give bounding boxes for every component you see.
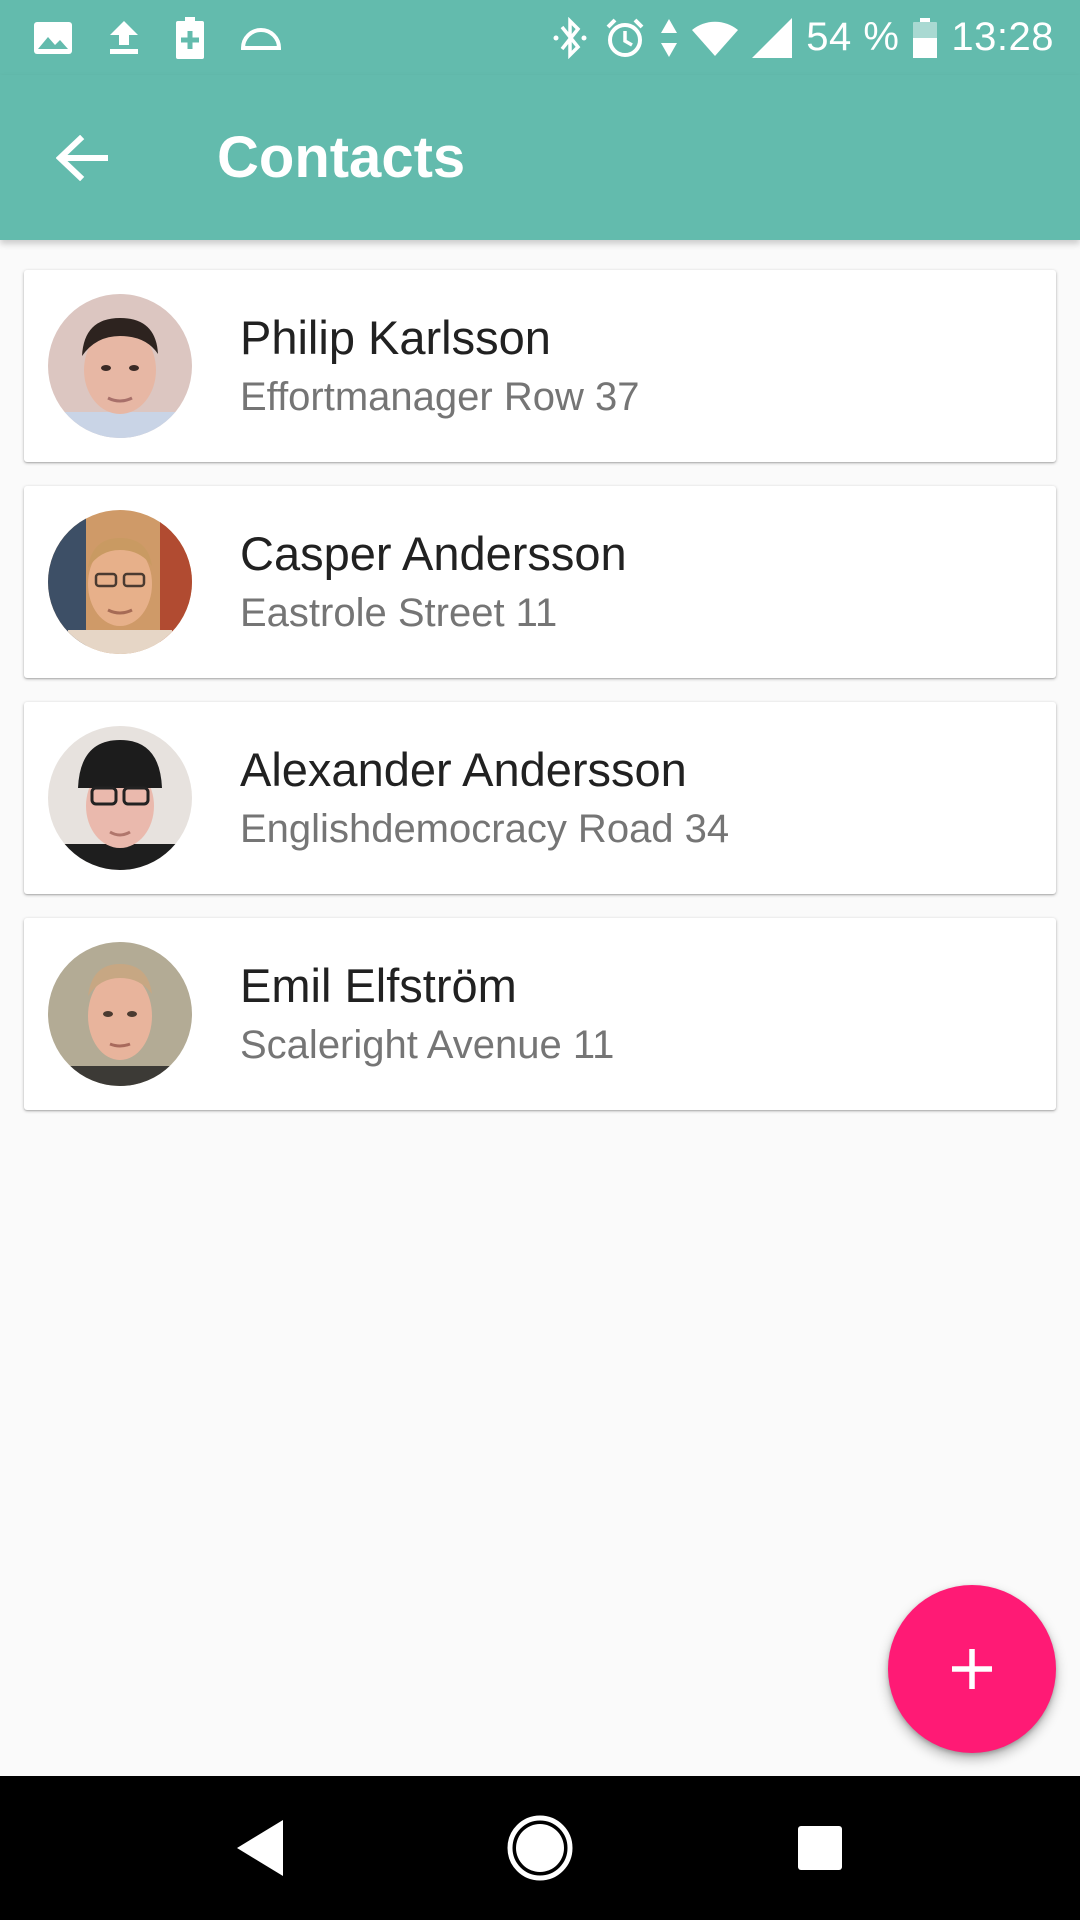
contact-card[interactable]: Emil Elfström Scaleright Avenue 11 [24, 918, 1056, 1110]
add-contact-button[interactable] [888, 1585, 1056, 1753]
contact-name: Casper Andersson [240, 527, 627, 580]
status-right-icons: 54 % 13:28 [536, 15, 1054, 60]
nav-home-icon [507, 1815, 573, 1881]
nav-recents-icon [798, 1826, 842, 1870]
status-bar: 54 % 13:28 [0, 0, 1080, 75]
data-arrows-icon [660, 18, 678, 57]
contact-address: Englishdemocracy Road 34 [240, 807, 730, 851]
battery-percent: 54 % [806, 15, 900, 59]
app-bar: Contacts [0, 75, 1080, 240]
status-left-icons [34, 16, 318, 59]
nav-back-icon [237, 1820, 283, 1876]
avatar [48, 294, 192, 438]
data-icon [240, 26, 282, 50]
alarm-icon [604, 17, 646, 59]
navigation-bar [0, 1776, 1080, 1920]
nav-back-button[interactable] [200, 1788, 320, 1908]
contact-address: Scaleright Avenue 11 [240, 1023, 615, 1067]
contact-name: Emil Elfström [240, 959, 517, 1012]
plus-icon [952, 1649, 992, 1689]
upload-icon [108, 20, 140, 55]
bluetooth-icon [550, 16, 590, 59]
wifi-icon [692, 20, 739, 56]
arrow-back-icon [56, 134, 108, 181]
contact-card[interactable]: Philip Karlsson Effortmanager Row 37 [24, 270, 1056, 462]
contact-card[interactable]: Alexander Andersson Englishdemocracy Roa… [24, 702, 1056, 894]
battery-saver-icon [176, 16, 204, 59]
page-title: Contacts [217, 125, 466, 190]
back-button[interactable] [27, 103, 137, 213]
avatar [48, 510, 192, 654]
nav-home-button[interactable] [480, 1788, 600, 1908]
contact-list: Philip Karlsson Effortmanager Row 37 Cas… [24, 270, 1056, 1134]
contact-address: Effortmanager Row 37 [240, 375, 640, 419]
avatar [48, 726, 192, 870]
contact-name: Alexander Andersson [240, 743, 687, 796]
contact-card[interactable]: Casper Andersson Eastrole Street 11 [24, 486, 1056, 678]
contact-address: Eastrole Street 11 [240, 591, 558, 635]
avatar [48, 942, 192, 1086]
clock: 13:28 [951, 15, 1054, 59]
image-icon [34, 21, 72, 54]
battery-icon [913, 17, 938, 58]
cell-signal-icon [752, 17, 793, 58]
contact-name: Philip Karlsson [240, 311, 551, 364]
nav-recents-button[interactable] [760, 1788, 880, 1908]
